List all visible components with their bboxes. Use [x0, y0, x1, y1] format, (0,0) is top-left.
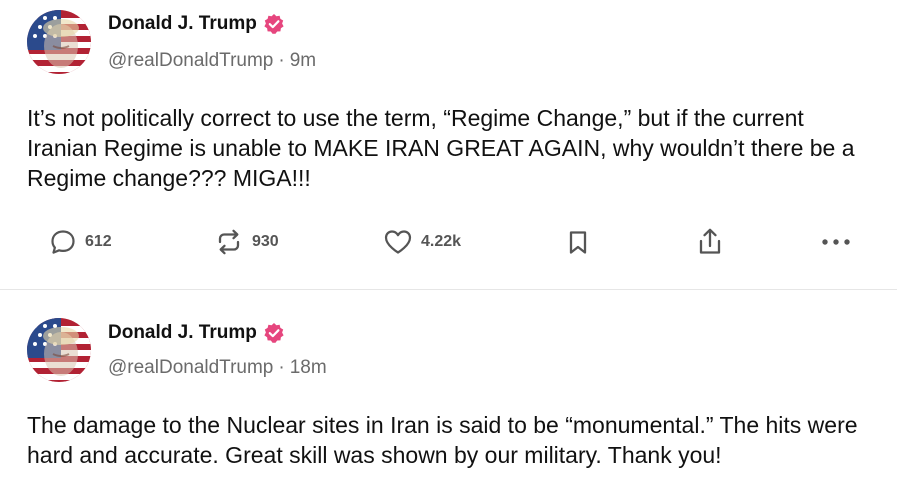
reply-button[interactable]: 612	[49, 224, 112, 260]
post-text: The damage to the Nuclear sites in Iran …	[27, 412, 858, 468]
bookmark-button[interactable]	[566, 224, 590, 260]
share-icon	[696, 227, 724, 257]
more-icon	[820, 237, 852, 247]
avatar[interactable]	[27, 10, 91, 74]
author-name[interactable]: Donald J. Trump	[108, 321, 257, 345]
author-row: Donald J. Trump	[108, 12, 285, 36]
separator-dot: ·	[278, 357, 285, 378]
like-button[interactable]: 4.22k	[383, 224, 461, 260]
post-time[interactable]: 9m	[290, 50, 316, 71]
author-handle[interactable]: @realDonaldTrump	[108, 50, 273, 71]
author-name[interactable]: Donald J. Trump	[108, 12, 257, 36]
more-button[interactable]	[820, 224, 852, 260]
reply-count: 612	[85, 233, 112, 250]
action-bar: 612 930 4.22k	[0, 224, 897, 260]
author-handle[interactable]: @realDonaldTrump	[108, 357, 273, 378]
repost-icon	[214, 228, 244, 256]
repost-button[interactable]: 930	[214, 224, 279, 260]
feed: Donald J. Trump @realDonaldTrump · 9m It’s…	[0, 0, 897, 503]
avatar[interactable]	[27, 318, 91, 382]
like-count: 4.22k	[421, 233, 462, 250]
handle-row: @realDonaldTrump · 9m	[108, 49, 316, 73]
post[interactable]: Donald J. Trump @realDonaldTrump · 18m The…	[0, 290, 897, 503]
repost-count: 930	[252, 233, 279, 250]
author-row: Donald J. Trump	[108, 321, 285, 345]
verified-badge-icon	[263, 322, 285, 344]
handle-row: @realDonaldTrump · 18m	[108, 356, 327, 380]
post-text: It’s not politically correct to use the …	[27, 105, 855, 191]
verified-badge-icon	[263, 13, 285, 35]
bookmark-icon	[566, 228, 590, 256]
share-button[interactable]	[696, 224, 724, 260]
reply-icon	[49, 228, 77, 256]
avatar-image	[27, 10, 91, 74]
avatar-image	[27, 318, 91, 382]
post[interactable]: Donald J. Trump @realDonaldTrump · 9m It’s…	[0, 0, 897, 290]
post-time[interactable]: 18m	[290, 357, 327, 378]
separator-dot: ·	[278, 50, 285, 71]
heart-icon	[383, 228, 413, 256]
